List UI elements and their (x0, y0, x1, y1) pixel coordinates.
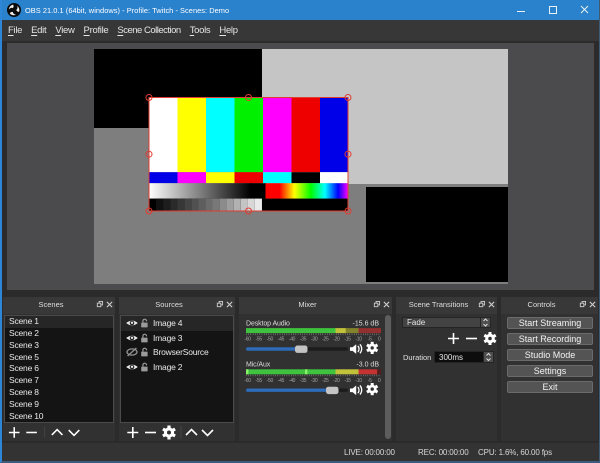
svg-text:-15.6 dB: -15.6 dB (353, 320, 380, 327)
svg-text:-60: -60 (244, 378, 251, 384)
svg-text:-3.0 dB: -3.0 dB (356, 362, 379, 369)
svg-text:0: 0 (378, 378, 381, 384)
svg-text:-50: -50 (267, 378, 274, 384)
svg-text:-60: -60 (244, 337, 251, 343)
svg-text:Desktop Audio: Desktop Audio (246, 320, 290, 327)
svg-text:-55: -55 (256, 378, 263, 384)
svg-text:-15: -15 (344, 378, 351, 384)
svg-text:-20: -20 (333, 337, 340, 343)
svg-text:Mic/Aux: Mic/Aux (246, 362, 271, 369)
svg-text:-45: -45 (278, 378, 285, 384)
svg-text:-35: -35 (300, 378, 307, 384)
svg-text:-40: -40 (289, 337, 296, 343)
svg-text:-50: -50 (267, 337, 274, 343)
svg-text:-35: -35 (300, 337, 307, 343)
svg-text:-45: -45 (278, 337, 285, 343)
svg-text:-25: -25 (322, 378, 329, 384)
svg-text:-10: -10 (355, 337, 362, 343)
svg-text:-30: -30 (311, 337, 318, 343)
svg-text:-40: -40 (289, 378, 296, 384)
svg-text:-30: -30 (311, 378, 318, 384)
svg-text:-20: -20 (333, 378, 340, 384)
svg-text:-25: -25 (322, 337, 329, 343)
svg-text:-10: -10 (355, 378, 362, 384)
svg-text:-15: -15 (344, 337, 351, 343)
svg-text:0: 0 (378, 337, 381, 343)
svg-text:-55: -55 (256, 337, 263, 343)
